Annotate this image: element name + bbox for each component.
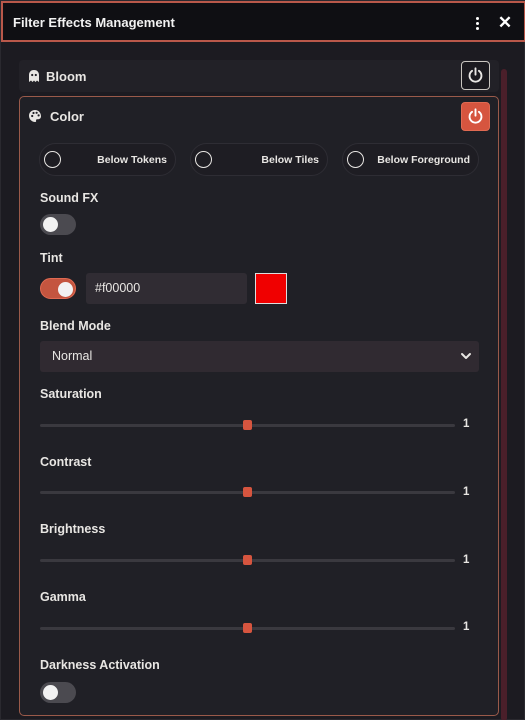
scrollbar[interactable] [501, 69, 507, 720]
window-title: Filter Effects Management [13, 15, 175, 30]
darkness-activation-label: Darkness Activation [40, 658, 160, 672]
window-titlebar[interactable]: Filter Effects Management ✕ [1, 1, 525, 42]
bloom-power-button[interactable] [461, 61, 490, 90]
filter-effects-window: Filter Effects Management ✕ Bloom Color [0, 0, 525, 720]
toggle-knob [43, 685, 58, 700]
chevron-down-icon [461, 353, 471, 359]
darkness-activation-toggle[interactable] [40, 682, 76, 703]
radio-circle[interactable] [44, 151, 61, 168]
sound-fx-toggle[interactable] [40, 214, 76, 235]
toggle-knob [58, 282, 73, 297]
close-icon[interactable]: ✕ [496, 13, 514, 33]
more-options-icon[interactable] [470, 13, 484, 33]
power-icon [468, 67, 483, 83]
brightness-label: Brightness [40, 522, 106, 536]
gamma-slider-thumb[interactable] [243, 623, 252, 633]
radio-circle[interactable] [195, 151, 212, 168]
tint-color-swatch[interactable] [255, 273, 287, 304]
panel-color-label: Color [50, 109, 84, 124]
radio-label: Below Foreground [377, 154, 470, 166]
contrast-slider-thumb[interactable] [243, 487, 252, 497]
toggle-knob [43, 217, 58, 232]
gamma-value: 1 [463, 621, 470, 633]
panel-bloom[interactable]: Bloom [19, 60, 499, 92]
brightness-value: 1 [463, 554, 470, 566]
palette-icon [29, 110, 41, 122]
panel-bloom-label: Bloom [46, 69, 87, 84]
blend-mode-label: Blend Mode [40, 319, 111, 333]
tint-label: Tint [40, 251, 63, 265]
brightness-slider-thumb[interactable] [243, 555, 252, 565]
tint-color-input[interactable]: #f00000 [86, 273, 247, 304]
power-icon [468, 108, 483, 124]
radio-below-tokens[interactable]: Below Tokens [39, 143, 176, 176]
radio-below-foreground[interactable]: Below Foreground [342, 143, 479, 176]
blend-mode-select[interactable]: Normal [40, 341, 479, 372]
contrast-label: Contrast [40, 455, 92, 469]
gamma-label: Gamma [40, 590, 86, 604]
radio-label: Below Tokens [97, 154, 167, 166]
saturation-slider-thumb[interactable] [243, 420, 252, 430]
radio-circle[interactable] [347, 151, 364, 168]
sound-fx-label: Sound FX [40, 191, 99, 205]
blend-mode-value: Normal [52, 349, 93, 363]
contrast-value: 1 [463, 486, 470, 498]
ghost-icon [29, 70, 39, 82]
tint-toggle[interactable] [40, 278, 76, 299]
radio-below-tiles[interactable]: Below Tiles [190, 143, 328, 176]
panel-color: Color Below Tokens Below Tiles Below For… [19, 96, 499, 716]
saturation-value: 1 [463, 418, 470, 430]
radio-label: Below Tiles [261, 154, 319, 166]
saturation-label: Saturation [40, 387, 102, 401]
color-power-button[interactable] [461, 102, 490, 131]
